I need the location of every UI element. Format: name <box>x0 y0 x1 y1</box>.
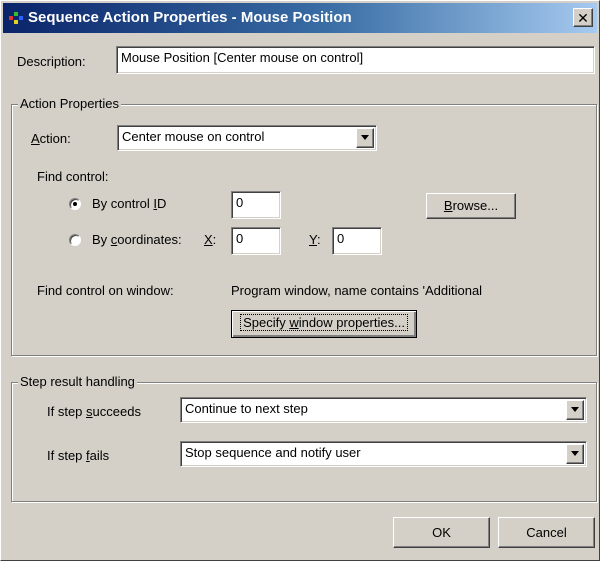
find-on-window-value: Program window, name contains 'Additiona… <box>231 283 483 298</box>
control-id-value: 0 <box>236 195 244 210</box>
cancel-button[interactable]: Cancel <box>498 517 595 548</box>
app-icon <box>9 12 23 24</box>
x-coordinate-value: 0 <box>236 231 244 246</box>
step-result-title: Step result handling <box>18 374 137 389</box>
ok-button[interactable]: OK <box>393 517 490 548</box>
description-value: Mouse Position [Center mouse on control] <box>121 50 364 65</box>
control-id-input[interactable]: 0 <box>231 191 281 219</box>
x-coordinate-label: X: <box>204 232 217 247</box>
close-icon: ✕ <box>577 10 589 26</box>
by-coordinates-radio[interactable] <box>69 234 81 246</box>
y-coordinate-label: Y: <box>309 232 321 247</box>
if-step-fails-value: Stop sequence and notify user <box>185 445 361 460</box>
x-coordinate-input[interactable]: 0 <box>231 227 281 255</box>
if-step-succeeds-label: If step succeeds <box>47 404 141 419</box>
if-step-succeeds-select[interactable]: Continue to next step <box>180 397 587 423</box>
if-step-succeeds-value: Continue to next step <box>185 401 308 416</box>
action-label: Action: <box>31 131 71 146</box>
if-step-fails-label: If step fails <box>47 448 110 463</box>
specify-window-properties-button[interactable]: Specify window properties... <box>231 310 417 338</box>
y-coordinate-input[interactable]: 0 <box>332 227 382 255</box>
action-select[interactable]: Center mouse on control <box>117 125 377 151</box>
find-on-window-label: Find control on window: <box>37 283 174 298</box>
window-title: Sequence Action Properties - Mouse Posit… <box>28 9 352 26</box>
if-step-fails-select[interactable]: Stop sequence and notify user <box>180 441 587 467</box>
description-label: Description: <box>17 54 86 69</box>
description-input[interactable]: Mouse Position [Center mouse on control] <box>116 46 595 74</box>
by-control-id-radio[interactable] <box>69 198 81 210</box>
by-coordinates-label[interactable]: By coordinates: <box>92 232 182 247</box>
action-select-value: Center mouse on control <box>122 129 265 144</box>
chevron-down-icon[interactable] <box>566 400 584 420</box>
specify-window-properties-label: Specify window properties... <box>240 314 408 331</box>
title-bar[interactable]: Sequence Action Properties - Mouse Posit… <box>3 3 597 33</box>
chevron-down-icon[interactable] <box>566 444 584 464</box>
browse-button[interactable]: Browse... <box>426 193 516 219</box>
chevron-down-icon[interactable] <box>356 128 374 148</box>
dialog-window: Sequence Action Properties - Mouse Posit… <box>0 0 600 561</box>
by-control-id-label[interactable]: By control ID <box>92 196 166 211</box>
close-button[interactable]: ✕ <box>573 8 593 27</box>
action-properties-title: Action Properties <box>18 96 121 111</box>
y-coordinate-value: 0 <box>337 231 345 246</box>
find-control-label: Find control: <box>37 169 109 184</box>
